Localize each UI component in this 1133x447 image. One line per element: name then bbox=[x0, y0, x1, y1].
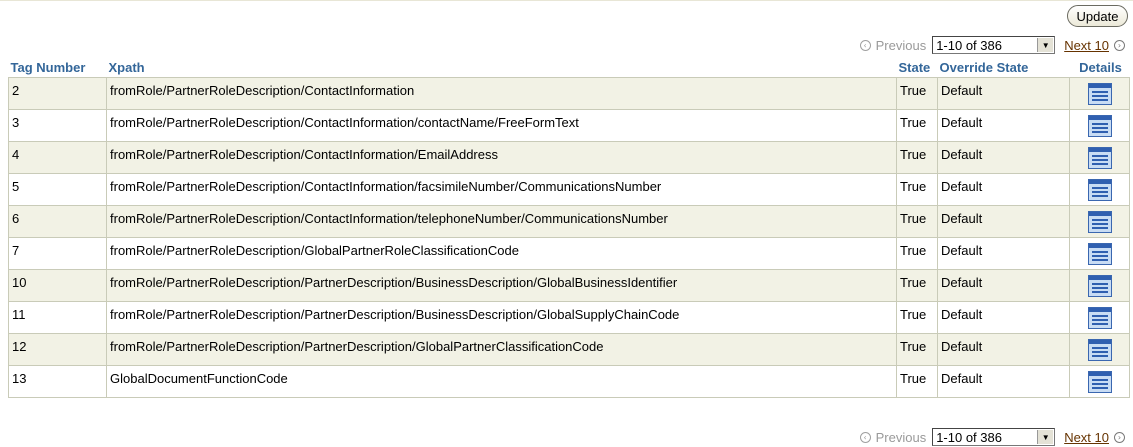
range-select-value: 1-10 of 386 bbox=[936, 429, 1002, 445]
cell-state: True bbox=[896, 205, 938, 238]
next-link[interactable]: Next 10 bbox=[1064, 38, 1109, 53]
cell-details bbox=[1069, 141, 1130, 174]
cell-tag-number: 2 bbox=[8, 77, 107, 110]
cell-override-state: Default bbox=[937, 365, 1070, 398]
previous-link: ‹ Previous bbox=[859, 37, 927, 53]
cell-xpath: fromRole/PartnerRoleDescription/ContactI… bbox=[106, 173, 897, 206]
range-select-value: 1-10 of 386 bbox=[936, 37, 1002, 53]
xpath-table: Tag Number Xpath State Override State De… bbox=[8, 57, 1130, 398]
chevron-right-circle-icon[interactable]: › bbox=[1114, 39, 1125, 51]
cell-tag-number: 13 bbox=[8, 365, 107, 398]
cell-xpath: fromRole/PartnerRoleDescription/PartnerD… bbox=[106, 333, 897, 366]
cell-details bbox=[1069, 269, 1130, 302]
cell-tag-number: 6 bbox=[8, 205, 107, 238]
column-header-override-state: Override State bbox=[937, 57, 1070, 78]
cell-state: True bbox=[896, 333, 938, 366]
details-icon[interactable] bbox=[1087, 338, 1113, 362]
column-header-state: State bbox=[896, 57, 938, 78]
table-row: 3 fromRole/PartnerRoleDescription/Contact… bbox=[8, 109, 1130, 142]
cell-state: True bbox=[896, 109, 938, 142]
details-icon[interactable] bbox=[1087, 242, 1113, 266]
cell-xpath: fromRole/PartnerRoleDescription/PartnerD… bbox=[106, 269, 897, 302]
cell-tag-number: 3 bbox=[8, 109, 107, 142]
chevron-right-circle-icon[interactable]: › bbox=[1114, 431, 1125, 443]
dropdown-arrow-icon[interactable]: ▼ bbox=[1037, 38, 1054, 52]
cell-details bbox=[1069, 109, 1130, 142]
cell-details bbox=[1069, 77, 1130, 110]
table-row: 6 fromRole/PartnerRoleDescription/Contact… bbox=[8, 205, 1130, 238]
column-header-details: Details bbox=[1069, 57, 1130, 78]
cell-override-state: Default bbox=[937, 109, 1070, 142]
cell-tag-number: 7 bbox=[8, 237, 107, 270]
cell-state: True bbox=[896, 237, 938, 270]
chevron-left-circle-icon: ‹ bbox=[859, 39, 871, 51]
cell-details bbox=[1069, 333, 1130, 366]
table-row: 10 fromRole/PartnerRoleDescription/Partne… bbox=[8, 269, 1130, 302]
cell-override-state: Default bbox=[937, 205, 1070, 238]
details-icon[interactable] bbox=[1087, 210, 1113, 234]
next-link[interactable]: Next 10 bbox=[1064, 430, 1109, 445]
pagination-bottom: ‹ Previous 1-10 of 386 ▼ Next 10 › bbox=[859, 427, 1125, 447]
cell-xpath: fromRole/PartnerRoleDescription/PartnerD… bbox=[106, 301, 897, 334]
table-row: 13 GlobalDocumentFunctionCode True Default bbox=[8, 365, 1130, 398]
pagination-top: ‹ Previous 1-10 of 386 ▼ Next 10 › bbox=[859, 35, 1125, 55]
cell-xpath: GlobalDocumentFunctionCode bbox=[106, 365, 897, 398]
details-icon[interactable] bbox=[1087, 114, 1113, 138]
cell-xpath: fromRole/PartnerRoleDescription/ContactI… bbox=[106, 205, 897, 238]
cell-xpath: fromRole/PartnerRoleDescription/ContactI… bbox=[106, 141, 897, 174]
cell-tag-number: 4 bbox=[8, 141, 107, 174]
cell-tag-number: 5 bbox=[8, 173, 107, 206]
previous-link: ‹ Previous bbox=[859, 429, 927, 445]
dropdown-arrow-icon[interactable]: ▼ bbox=[1037, 430, 1054, 444]
details-icon[interactable] bbox=[1087, 306, 1113, 330]
details-icon[interactable] bbox=[1087, 146, 1113, 170]
table-row: 5 fromRole/PartnerRoleDescription/Contact… bbox=[8, 173, 1130, 206]
cell-override-state: Default bbox=[937, 141, 1070, 174]
table-row: 12 fromRole/PartnerRoleDescription/Partne… bbox=[8, 333, 1130, 366]
cell-state: True bbox=[896, 173, 938, 206]
cell-xpath: fromRole/PartnerRoleDescription/ContactI… bbox=[106, 109, 897, 142]
cell-details bbox=[1069, 205, 1130, 238]
column-header-tag-number: Tag Number bbox=[8, 57, 107, 78]
details-icon[interactable] bbox=[1087, 82, 1113, 106]
cell-details bbox=[1069, 365, 1130, 398]
cell-xpath: fromRole/PartnerRoleDescription/ContactI… bbox=[106, 77, 897, 110]
column-header-xpath: Xpath bbox=[106, 57, 897, 78]
cell-state: True bbox=[896, 301, 938, 334]
cell-details bbox=[1069, 301, 1130, 334]
cell-tag-number: 10 bbox=[8, 269, 107, 302]
cell-tag-number: 11 bbox=[8, 301, 107, 334]
cell-state: True bbox=[896, 365, 938, 398]
cell-details bbox=[1069, 173, 1130, 206]
top-divider bbox=[0, 0, 1133, 1]
previous-label: Previous bbox=[875, 429, 927, 445]
cell-state: True bbox=[896, 141, 938, 174]
table-row: 11 fromRole/PartnerRoleDescription/Partne… bbox=[8, 301, 1130, 334]
table-row: 4 fromRole/PartnerRoleDescription/Contact… bbox=[8, 141, 1130, 174]
cell-override-state: Default bbox=[937, 173, 1070, 206]
cell-state: True bbox=[896, 77, 938, 110]
update-button[interactable]: Update bbox=[1067, 5, 1128, 27]
cell-details bbox=[1069, 237, 1130, 270]
cell-xpath: fromRole/PartnerRoleDescription/GlobalPa… bbox=[106, 237, 897, 270]
cell-tag-number: 12 bbox=[8, 333, 107, 366]
details-icon[interactable] bbox=[1087, 274, 1113, 298]
details-icon[interactable] bbox=[1087, 370, 1113, 394]
cell-override-state: Default bbox=[937, 77, 1070, 110]
table-header-row: Tag Number Xpath State Override State De… bbox=[8, 57, 1130, 78]
table-row: 2 fromRole/PartnerRoleDescription/Contact… bbox=[8, 77, 1130, 110]
cell-override-state: Default bbox=[937, 237, 1070, 270]
cell-override-state: Default bbox=[937, 301, 1070, 334]
cell-override-state: Default bbox=[937, 333, 1070, 366]
previous-label: Previous bbox=[875, 37, 927, 53]
range-select[interactable]: 1-10 of 386 ▼ bbox=[932, 428, 1056, 446]
details-icon[interactable] bbox=[1087, 178, 1113, 202]
chevron-left-circle-icon: ‹ bbox=[859, 431, 871, 443]
range-select[interactable]: 1-10 of 386 ▼ bbox=[932, 36, 1056, 54]
table-row: 7 fromRole/PartnerRoleDescription/GlobalP… bbox=[8, 237, 1130, 270]
cell-state: True bbox=[896, 269, 938, 302]
cell-override-state: Default bbox=[937, 269, 1070, 302]
